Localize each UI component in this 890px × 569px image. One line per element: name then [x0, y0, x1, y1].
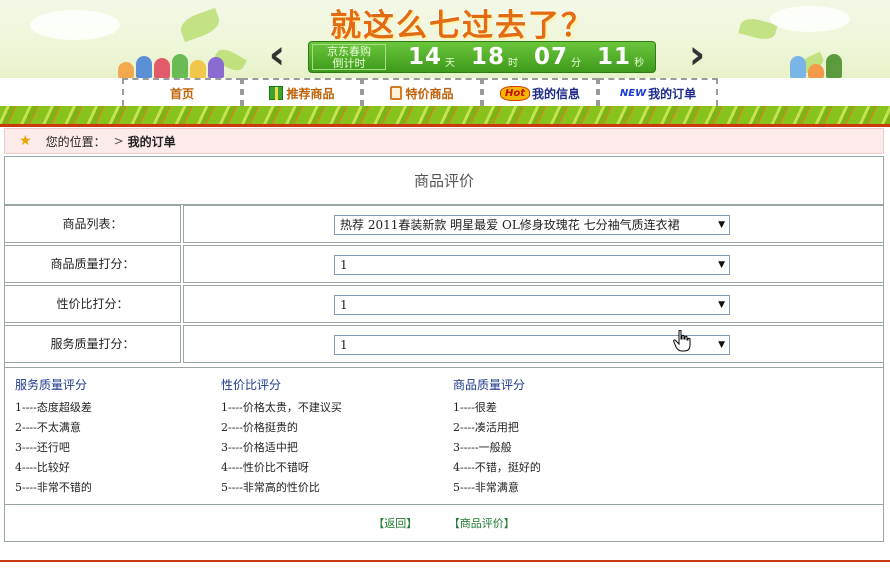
row-value-score: 性价比打分： 1 ▼ [5, 285, 883, 323]
shopping-bag-icon [390, 86, 403, 100]
star-icon: ★ [19, 133, 32, 149]
gift-icon [269, 86, 284, 100]
legend-service-title: 服务质量评分 [15, 378, 88, 392]
footer-divider [0, 560, 890, 562]
chevron-right-icon: > [113, 134, 124, 148]
legend-item: 1----价格太贵，不建议买 [221, 401, 342, 414]
service-score-select[interactable]: 1 ▼ [334, 335, 730, 355]
action-bar: 【返回】 【商品评价】 [5, 509, 883, 539]
header-banner: 就这么七过去了？ ‹ 京东春购 倒计时 14 天 18 时 07 分 11 秒 … [0, 0, 890, 78]
legend-item: 5----非常不错的 [15, 481, 92, 494]
tab-special-label: 特价商品 [405, 86, 454, 101]
service-score-cell: 1 ▼ [183, 325, 883, 363]
arrow-left-icon[interactable]: ‹ [262, 35, 292, 76]
divider [0, 124, 890, 127]
back-link[interactable]: 【返回】 [373, 517, 417, 530]
value-score-cell: 1 ▼ [183, 285, 883, 323]
decorative-stripe [0, 106, 890, 124]
review-panel: 商品评价 商品列表： 热荐 2011春装新款 明星最爱 OL修身玫瑰花 七分袖气… [4, 156, 884, 542]
tab-my-orders-label: 我的订单 [648, 86, 697, 101]
arrow-right-icon[interactable]: › [682, 35, 712, 76]
product-select-value: 热荐 2011春装新款 明星最爱 OL修身玫瑰花 七分袖气质连衣裙 [340, 218, 680, 232]
countdown-timer: 京东春购 倒计时 14 天 18 时 07 分 11 秒 [308, 41, 656, 73]
legend-quality-title: 商品质量评分 [453, 378, 526, 392]
legend-quality: 商品质量评分 1----很差 2----凑活用把 3-----一般般 4----… [453, 376, 541, 498]
value-score-select[interactable]: 1 ▼ [334, 295, 730, 315]
chevron-down-icon: ▼ [718, 220, 725, 230]
legend-value-title: 性价比评分 [221, 378, 282, 392]
legend-item: 5----非常高的性价比 [221, 481, 320, 494]
countdown-seconds: 11 [597, 44, 632, 70]
quality-score-label: 商品质量打分： [5, 245, 181, 283]
countdown-minutes-unit: 分 [571, 57, 582, 69]
legend-service: 服务质量评分 1----态度超级差 2----不太满意 3----还行吧 4--… [15, 376, 92, 498]
quality-score-value: 1 [340, 258, 348, 272]
row-quality-score: 商品质量打分： 1 ▼ [5, 245, 883, 283]
row-service-score: 服务质量打分： 1 ▼ [5, 325, 883, 363]
quality-score-cell: 1 ▼ [183, 245, 883, 283]
breadcrumb: ★ 您的位置： > 我的订单 [4, 128, 884, 154]
countdown-label: 京东春购 倒计时 [312, 44, 386, 70]
service-score-value: 1 [340, 338, 348, 352]
value-score-label: 性价比打分： [5, 285, 181, 323]
chevron-down-icon: ▼ [718, 260, 725, 270]
legend-item: 4----不错，挺好的 [453, 461, 541, 474]
legend-item: 2----不太满意 [15, 421, 81, 434]
legend-item: 3----还行吧 [15, 441, 70, 454]
promo-slogan: 就这么七过去了？ [330, 8, 594, 44]
quality-score-select[interactable]: 1 ▼ [334, 255, 730, 275]
countdown-hours: 18 [471, 44, 506, 70]
row-product-list: 商品列表： 热荐 2011春装新款 明星最爱 OL修身玫瑰花 七分袖气质连衣裙 … [5, 205, 883, 243]
product-select[interactable]: 热荐 2011春装新款 明星最爱 OL修身玫瑰花 七分袖气质连衣裙 ▼ [334, 215, 730, 235]
countdown-days: 14 [408, 44, 443, 70]
tab-recommended-label: 推荐商品 [286, 86, 335, 101]
family-illustration [790, 52, 850, 78]
legend-item: 1----态度超级差 [15, 401, 92, 414]
tab-my-info-label: 我的信息 [532, 86, 581, 101]
tab-my-info[interactable]: Hot 我的信息 [482, 78, 598, 106]
legend-item: 2----凑活用把 [453, 421, 519, 434]
new-badge-icon: NEW [619, 87, 647, 99]
countdown-minutes: 07 [534, 44, 569, 70]
legend-item: 4----比较好 [15, 461, 70, 474]
tab-home[interactable]: 首页 [122, 78, 242, 106]
service-score-label: 服务质量打分： [5, 325, 181, 363]
hot-badge-icon: Hot [499, 85, 530, 101]
tab-recommended[interactable]: 推荐商品 [242, 78, 362, 106]
legend-item: 2----价格挺贵的 [221, 421, 298, 434]
tab-home-label: 首页 [169, 86, 194, 101]
value-score-value: 1 [340, 298, 348, 312]
tab-special[interactable]: 特价商品 [362, 78, 482, 106]
submit-review-link[interactable]: 【商品评价】 [449, 517, 515, 530]
chevron-down-icon: ▼ [718, 340, 725, 350]
product-list-cell: 热荐 2011春装新款 明星最爱 OL修身玫瑰花 七分袖气质连衣裙 ▼ [183, 205, 883, 243]
main-nav: 首页 推荐商品 特价商品 Hot 我的信息 NEW 我的订单 [0, 78, 890, 106]
legend-item: 5----非常满意 [453, 481, 519, 494]
breadcrumb-current: 我的订单 [127, 134, 176, 149]
breadcrumb-prefix: 您的位置： [45, 134, 106, 149]
countdown-hours-unit: 时 [508, 57, 519, 69]
legend-item: 3-----一般般 [453, 441, 512, 454]
legend-item: 3----价格适中把 [221, 441, 298, 454]
hand-cursor-icon [673, 330, 691, 352]
score-legend: 服务质量评分 1----态度超级差 2----不太满意 3----还行吧 4--… [5, 367, 883, 505]
countdown-days-unit: 天 [445, 57, 456, 69]
legend-item: 4----性价比不错呀 [221, 461, 309, 474]
chevron-down-icon: ▼ [718, 300, 725, 310]
countdown-seconds-unit: 秒 [634, 57, 645, 69]
panel-title: 商品评价 [5, 157, 883, 205]
product-list-label: 商品列表： [5, 205, 181, 243]
tab-my-orders[interactable]: NEW 我的订单 [598, 78, 718, 106]
legend-value: 性价比评分 1----价格太贵，不建议买 2----价格挺贵的 3----价格适… [221, 376, 342, 498]
people-illustration [118, 52, 248, 78]
legend-item: 1----很差 [453, 401, 497, 414]
